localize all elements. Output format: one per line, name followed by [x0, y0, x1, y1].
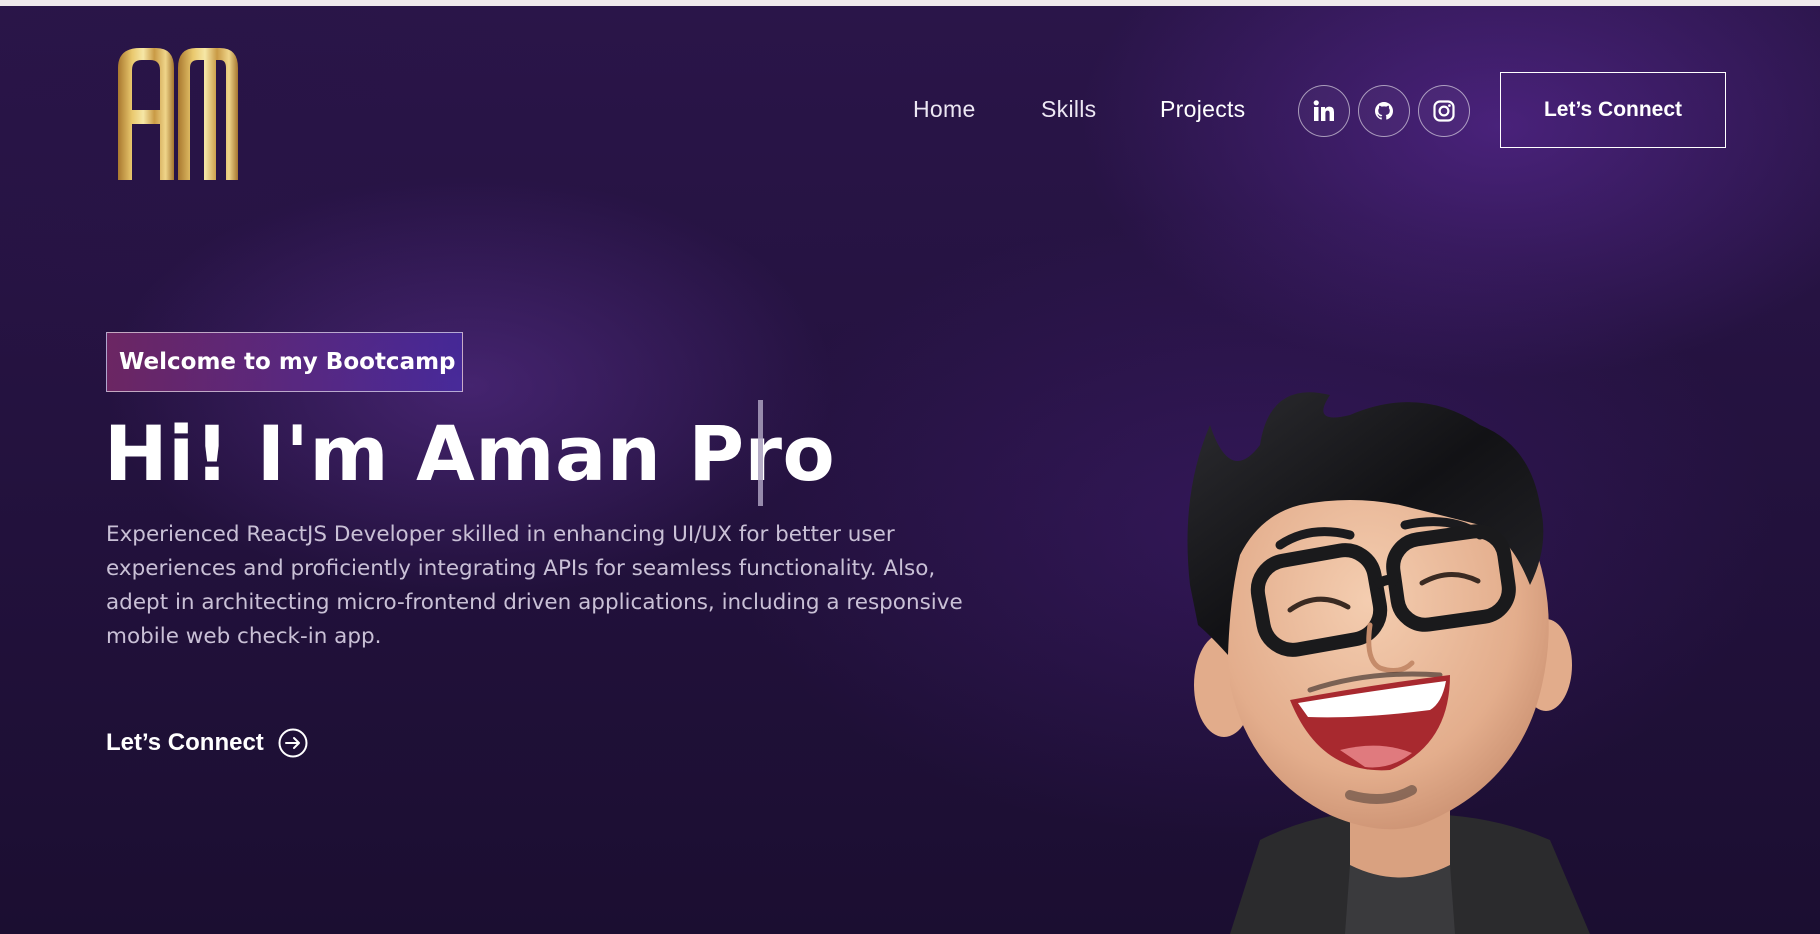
github-button[interactable] — [1358, 85, 1410, 137]
nav-projects-link[interactable]: Projects — [1160, 96, 1245, 123]
avatar-illustration — [1187, 392, 1590, 934]
hero-connect-label: Let’s Connect — [106, 729, 264, 756]
nav-skills-link[interactable]: Skills — [1041, 96, 1096, 123]
logo[interactable] — [116, 46, 240, 180]
instagram-button[interactable] — [1418, 85, 1470, 137]
welcome-tagline: Welcome to my Bootcamp — [106, 332, 463, 392]
linkedin-button[interactable] — [1298, 85, 1350, 137]
arrow-circle-right-icon — [278, 728, 308, 758]
hero-connect-button[interactable]: Let’s Connect — [106, 728, 308, 758]
hero-description: Experienced ReactJS Developer skilled in… — [106, 522, 963, 649]
hero-headline: Hi! I'm Aman Pro — [104, 409, 836, 498]
nav-home-link[interactable]: Home — [913, 96, 976, 123]
github-icon — [1375, 102, 1393, 120]
linkedin-icon — [1313, 100, 1334, 121]
nav-connect-button[interactable]: Let’s Connect — [1500, 72, 1726, 148]
typing-cursor — [758, 400, 763, 506]
instagram-icon — [1433, 100, 1455, 122]
